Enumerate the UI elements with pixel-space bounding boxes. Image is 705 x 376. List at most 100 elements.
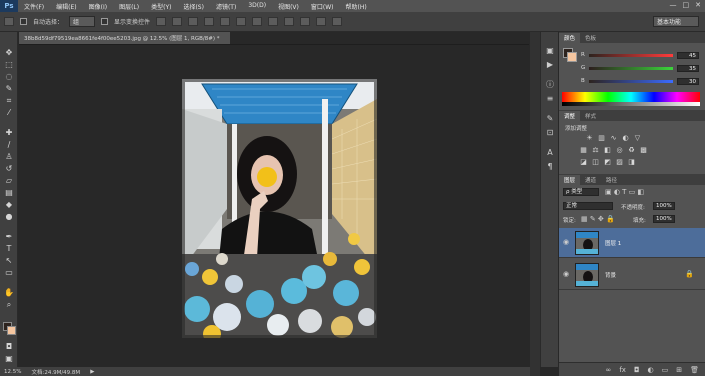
clone-stamp-tool-icon[interactable]: ♙ bbox=[4, 152, 14, 161]
paragraph-panel-icon[interactable]: ¶ bbox=[545, 162, 555, 171]
panel-background-swatch[interactable] bbox=[567, 52, 577, 62]
grayscale-ramp[interactable] bbox=[562, 102, 700, 106]
align-right-icon[interactable] bbox=[236, 17, 247, 26]
visibility-eye-icon[interactable]: ◉ bbox=[563, 270, 571, 278]
workspace-dropdown[interactable]: 基本功能 bbox=[653, 16, 699, 27]
align-bottom-icon[interactable] bbox=[188, 17, 199, 26]
zoom-level[interactable]: 12.5% bbox=[4, 369, 21, 375]
levels-adjust-icon[interactable]: ▥ bbox=[597, 134, 606, 142]
channel-b-value[interactable]: 30 bbox=[677, 78, 699, 85]
move-tool-preset-icon[interactable] bbox=[4, 17, 14, 26]
actions-panel-icon[interactable]: ▶ bbox=[545, 60, 555, 69]
tab-color[interactable]: 颜色 bbox=[559, 33, 581, 43]
invert-adjust-icon[interactable]: ◪ bbox=[579, 158, 588, 166]
distribute-center-icon[interactable] bbox=[268, 17, 279, 26]
distribute-bottom-icon[interactable] bbox=[284, 17, 295, 26]
quick-mask-icon[interactable]: ◘ bbox=[4, 342, 14, 351]
menu-item[interactable]: 滤镜(T) bbox=[210, 2, 242, 11]
menu-item[interactable]: 类型(Y) bbox=[145, 2, 177, 11]
auto-select-dropdown[interactable]: 组 bbox=[69, 16, 96, 27]
menu-item[interactable]: 帮助(H) bbox=[340, 2, 373, 11]
properties-panel-icon[interactable]: ≡ bbox=[545, 94, 555, 103]
color-balance-adjust-icon[interactable]: ⚖ bbox=[591, 146, 600, 154]
channel-g-value[interactable]: 35 bbox=[677, 65, 699, 72]
opacity-field[interactable]: 100% bbox=[653, 202, 675, 210]
gradient-tool-icon[interactable]: ▤ bbox=[4, 188, 14, 197]
channel-g-slider[interactable] bbox=[589, 67, 673, 70]
pen-tool-icon[interactable]: ✒ bbox=[4, 232, 14, 241]
brush-tool-icon[interactable]: ∕ bbox=[4, 140, 14, 149]
blur-tool-icon[interactable]: ◆ bbox=[4, 200, 14, 209]
shape-tool-icon[interactable]: ▭ bbox=[4, 268, 14, 277]
maximize-button[interactable]: □ bbox=[683, 1, 690, 9]
path-select-tool-icon[interactable]: ↖ bbox=[4, 256, 14, 265]
color-spectrum-ramp[interactable] bbox=[562, 92, 700, 102]
exposure-adjust-icon[interactable]: ◐ bbox=[621, 134, 630, 142]
menu-item[interactable]: 文件(F) bbox=[18, 2, 50, 11]
eyedropper-tool-icon[interactable]: ⁄ bbox=[4, 108, 14, 117]
eraser-tool-icon[interactable]: ▱ bbox=[4, 176, 14, 185]
menu-item[interactable]: 图像(I) bbox=[83, 2, 113, 11]
tab-adjustments[interactable]: 调整 bbox=[559, 111, 581, 121]
distribute-top-icon[interactable] bbox=[252, 17, 263, 26]
channel-mixer-adjust-icon[interactable]: ♻ bbox=[627, 146, 636, 154]
move-tool-icon[interactable]: ✥ bbox=[4, 48, 14, 57]
screen-mode-icon[interactable]: ▣ bbox=[4, 354, 14, 363]
healing-brush-tool-icon[interactable]: ✚ bbox=[4, 128, 14, 137]
history-panel-icon[interactable]: ▣ bbox=[545, 46, 555, 55]
align-vcenter-icon[interactable] bbox=[172, 17, 183, 26]
new-layer-icon[interactable]: ⊞ bbox=[676, 366, 682, 374]
align-hcenter-icon[interactable] bbox=[220, 17, 231, 26]
tab-layers[interactable]: 图层 bbox=[559, 175, 581, 185]
layer-filter-icons[interactable]: ▣ ◐ T ▭ ◧ bbox=[605, 188, 644, 196]
auto-select-checkbox[interactable] bbox=[20, 18, 27, 25]
align-top-icon[interactable] bbox=[156, 17, 167, 26]
link-layers-icon[interactable]: ∞ bbox=[606, 366, 612, 374]
menu-item[interactable]: 视图(V) bbox=[272, 2, 305, 11]
quick-select-tool-icon[interactable]: ✎ bbox=[4, 84, 14, 93]
close-button[interactable]: ✕ bbox=[695, 1, 701, 9]
history-brush-tool-icon[interactable]: ↺ bbox=[4, 164, 14, 173]
background-color-swatch[interactable] bbox=[7, 326, 16, 335]
hand-tool-icon[interactable]: ✋ bbox=[4, 288, 14, 297]
tab-swatches[interactable]: 色板 bbox=[580, 33, 601, 43]
crop-tool-icon[interactable]: ⌗ bbox=[4, 96, 14, 105]
fill-field[interactable]: 100% bbox=[653, 215, 675, 223]
adjustment-layer-icon[interactable]: ◐ bbox=[648, 366, 654, 374]
marquee-tool-icon[interactable]: ⬚ bbox=[4, 60, 14, 69]
minimize-button[interactable]: — bbox=[670, 1, 677, 9]
layer-filter-dropdown[interactable]: ρ 类型 bbox=[563, 188, 599, 196]
channel-b-slider[interactable] bbox=[589, 80, 673, 83]
channel-r-value[interactable]: 45 bbox=[677, 52, 699, 59]
menu-item[interactable]: 窗口(W) bbox=[305, 2, 340, 11]
layer-row-layer1[interactable]: ◉ 图层 1 bbox=[559, 228, 705, 258]
menu-item[interactable]: 编辑(E) bbox=[50, 2, 82, 11]
menu-item[interactable]: 选择(S) bbox=[177, 2, 210, 11]
tab-channels[interactable]: 通道 bbox=[580, 175, 601, 185]
new-group-icon[interactable]: ▭ bbox=[662, 366, 669, 374]
distribute-right-icon[interactable] bbox=[316, 17, 327, 26]
info-panel-icon[interactable]: ⓘ bbox=[545, 80, 555, 89]
curves-adjust-icon[interactable]: ∿ bbox=[609, 134, 618, 142]
zoom-tool-icon[interactable]: ⌕ bbox=[4, 300, 14, 309]
color-lookup-adjust-icon[interactable]: ▩ bbox=[639, 146, 648, 154]
document-tab[interactable]: 38b8d59df79519ea8661fe4f00ee5203.jpg @ 1… bbox=[19, 32, 230, 44]
selective-color-adjust-icon[interactable]: ◨ bbox=[627, 158, 636, 166]
hue-sat-adjust-icon[interactable]: ▦ bbox=[579, 146, 588, 154]
lock-icons[interactable]: ▦ ✎ ✥ 🔒 bbox=[581, 215, 615, 223]
type-tool-icon[interactable]: T bbox=[4, 244, 14, 253]
fx-icon[interactable]: fx bbox=[619, 366, 626, 374]
menu-item[interactable]: 3D(D) bbox=[242, 2, 272, 11]
photo-filter-adjust-icon[interactable]: ◎ bbox=[615, 146, 624, 154]
auto-align-icon[interactable] bbox=[332, 17, 343, 26]
posterize-adjust-icon[interactable]: ◫ bbox=[591, 158, 600, 166]
dodge-tool-icon[interactable]: ● bbox=[4, 212, 14, 221]
visibility-eye-icon[interactable]: ◉ bbox=[563, 238, 571, 246]
character-panel-icon[interactable]: A bbox=[545, 148, 555, 157]
bw-adjust-icon[interactable]: ◧ bbox=[603, 146, 612, 154]
document-canvas[interactable] bbox=[182, 79, 377, 338]
delete-layer-icon[interactable]: 🗑 bbox=[690, 366, 699, 374]
status-arrow-icon[interactable]: ▶ bbox=[90, 369, 94, 375]
gradient-map-adjust-icon[interactable]: ▨ bbox=[615, 158, 624, 166]
brush-presets-icon[interactable]: ⊡ bbox=[545, 128, 555, 137]
